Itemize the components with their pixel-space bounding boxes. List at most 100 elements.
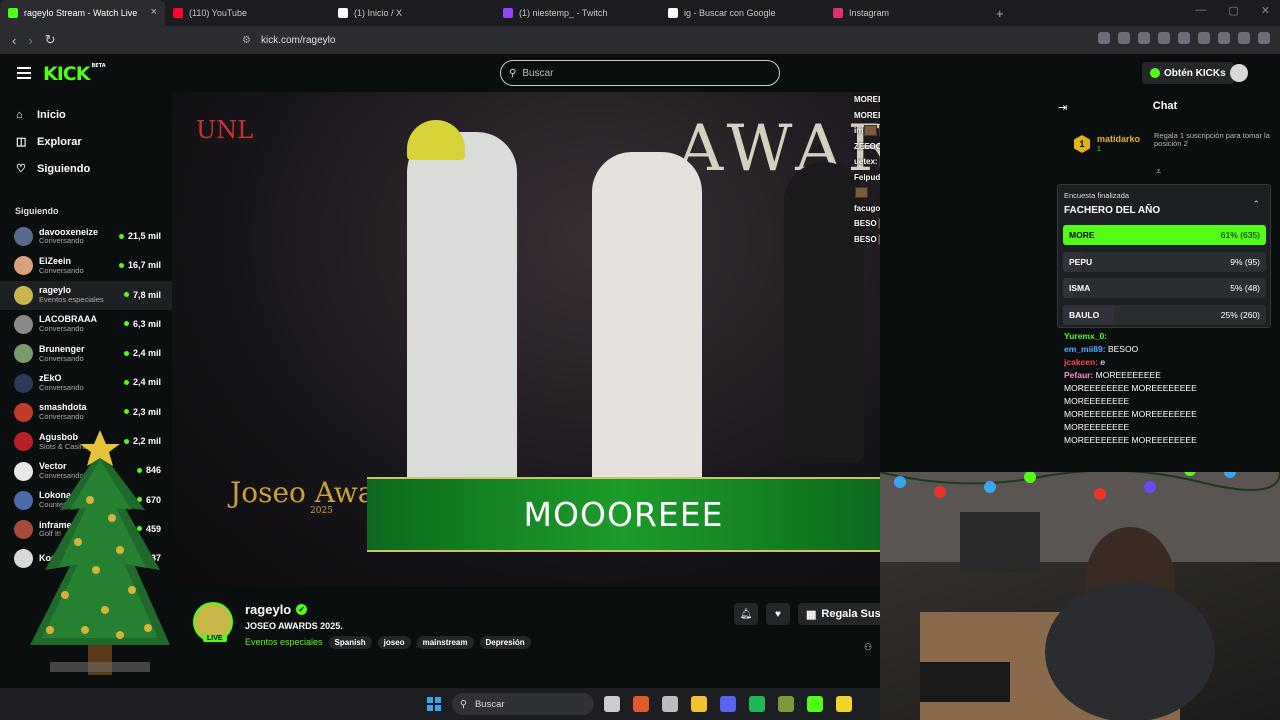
following-item[interactable]: ElZeein Conversando 16,7 mil <box>0 251 172 280</box>
notification-bell-button[interactable]: 🔔︎ <box>734 603 758 625</box>
more-options-icon[interactable]: ⚇ <box>864 642 872 653</box>
back-icon[interactable]: ‹ <box>12 33 16 48</box>
home-icon: ⌂ <box>16 108 23 121</box>
stream-category-link[interactable]: Eventos especiales <box>245 637 323 647</box>
sidebar-nav-siguiendo[interactable]: ♡ Siguiendo <box>0 155 172 182</box>
stream-tag[interactable]: joseo <box>377 636 411 649</box>
overlay-chat-line: BESO <box>854 232 880 248</box>
tab-favicon-icon <box>503 8 513 18</box>
streamer-name[interactable]: rageylo <box>245 602 291 617</box>
chat-username[interactable]: jcakcen: <box>1064 357 1098 367</box>
overlay-chat-line: facugodd: BESO <box>854 201 880 217</box>
user-avatar[interactable] <box>1230 64 1248 82</box>
video-player[interactable]: UNL AWARDS Joseo Awards2025 MOOOREEE MOR… <box>172 92 880 587</box>
menu-icon[interactable] <box>1258 32 1270 44</box>
channel-meta: Brunenger Conversando <box>39 344 85 363</box>
channel-avatar <box>14 402 33 422</box>
new-tab-icon[interactable]: + <box>996 6 1004 21</box>
get-kicks-button[interactable]: Obtén KICKs <box>1142 62 1234 84</box>
close-window-icon[interactable]: ✕ <box>1261 4 1270 17</box>
pinned-note: Regala 1 suscripción para tomar la posic… <box>1154 131 1270 149</box>
poll-option-result: 61% (635) <box>1220 230 1260 240</box>
collapse-poll-icon[interactable]: ⌃ <box>1252 199 1260 210</box>
site-search-input[interactable]: ⚲ Buscar <box>500 60 780 86</box>
sidebar-nav-inicio[interactable]: ⌂ Inicio <box>0 101 172 128</box>
following-item[interactable]: zEkO Conversando 2,4 mil <box>0 368 172 397</box>
overlay-chat-line: im <box>854 123 880 139</box>
reload-icon[interactable]: ↻ <box>45 32 56 48</box>
poll-option-label: MORE <box>1069 230 1095 240</box>
chat-username[interactable]: Pefaur: <box>1064 370 1093 380</box>
forward-icon[interactable]: › <box>28 33 32 48</box>
taskbar-app-icon[interactable] <box>836 696 852 712</box>
stream-tag[interactable]: Depresión <box>479 636 531 649</box>
following-item[interactable]: Brunenger Conversando 2,4 mil <box>0 339 172 368</box>
following-item[interactable]: LACOBRAAA Conversando 6,3 mil <box>0 310 172 339</box>
taskbar-search-input[interactable]: ⚲ Buscar <box>452 693 594 715</box>
extension-icon[interactable] <box>1098 32 1110 44</box>
stream-title: JOSEO AWARDS 2025. <box>245 621 343 631</box>
browser-tab[interactable]: (1) Inicio / X <box>330 0 495 26</box>
following-item[interactable]: smashdota Conversando 2,3 mil <box>0 398 172 427</box>
tab-close-icon[interactable]: × <box>151 6 157 18</box>
heart-icon: ♡ <box>16 163 26 175</box>
taskbar-app-icon[interactable] <box>662 696 678 712</box>
emote-icon <box>877 233 880 245</box>
extension-icon[interactable] <box>1138 32 1150 44</box>
viewer-count: 7,8 mil <box>123 290 161 300</box>
window-controls: — ▢ ✕ <box>1195 4 1270 17</box>
browser-tab[interactable]: (110) YouTube <box>165 0 330 26</box>
taskbar-app-icon[interactable] <box>807 696 823 712</box>
overlay-chat-text: MOREEEEEEEE <box>854 110 880 120</box>
browser-tab[interactable]: rageylo Stream - Watch Live × <box>0 0 165 26</box>
kick-logo[interactable]: KICK BETA <box>43 63 106 85</box>
taskbar-app-icon[interactable] <box>749 696 765 712</box>
following-item[interactable]: rageylo Eventos especiales 7,8 mil <box>0 280 172 310</box>
tab-favicon-icon <box>833 8 843 18</box>
live-dot-icon <box>123 379 129 385</box>
browser-tab[interactable]: Instagram <box>825 0 990 26</box>
follow-heart-button[interactable]: ♥ <box>766 603 790 625</box>
sidebar-nav-explorar[interactable]: ◫ Explorar <box>0 128 172 155</box>
stream-tag[interactable]: mainstream <box>416 636 474 649</box>
stream-tag[interactable]: Spanish <box>328 636 372 649</box>
windows-start-icon[interactable] <box>427 697 441 711</box>
sidebar-icon[interactable] <box>1198 32 1210 44</box>
emote-icon <box>864 125 878 137</box>
bell-icon: 🔔︎ <box>739 608 753 620</box>
site-info-icon[interactable]: ⚙ <box>242 35 251 46</box>
viewer-count-value: 2,4 mil <box>132 377 161 388</box>
browser-tab[interactable]: ig - Buscar con Google <box>660 0 825 26</box>
viewer-count: 6,3 mil <box>123 319 161 329</box>
pinned-sub-count: 1 <box>1097 146 1101 153</box>
taskbar-app-icon[interactable] <box>691 696 707 712</box>
url-field[interactable]: ⚙ kick.com/rageylo <box>242 29 962 51</box>
browser-tab[interactable]: (1) niestemp_ - Twitch <box>495 0 660 26</box>
hamburger-menu-icon[interactable] <box>17 67 31 82</box>
minimize-icon[interactable]: — <box>1195 4 1206 17</box>
poll-option-result: 25% (260) <box>1220 309 1260 320</box>
vpn-icon[interactable] <box>1238 32 1250 44</box>
maximize-icon[interactable]: ▢ <box>1228 4 1238 17</box>
live-dot-icon <box>118 233 124 239</box>
sidebar-nav-label: Inicio <box>37 108 66 121</box>
search-icon: ⚲ <box>509 67 517 79</box>
taskbar-app-icon[interactable] <box>604 696 620 712</box>
poll-option: BAULO 25% (260) <box>1063 304 1266 325</box>
following-item[interactable]: davooxeneize Conversando 21,5 mil <box>0 222 172 251</box>
emote-icon <box>879 125 880 137</box>
extension-icon[interactable] <box>1118 32 1130 44</box>
result-banner-text: MOOOREEE <box>523 495 724 534</box>
pinned-username[interactable]: matidarko <box>1097 134 1140 144</box>
taskbar-app-icon[interactable] <box>778 696 794 712</box>
chat-username[interactable]: em_mii89: <box>1064 344 1106 354</box>
extension-icon[interactable] <box>1158 32 1170 44</box>
taskbar-app-icon[interactable] <box>633 696 649 712</box>
taskbar-app-icon[interactable] <box>720 696 736 712</box>
music-icon[interactable] <box>1178 32 1190 44</box>
wallet-icon[interactable] <box>1218 32 1230 44</box>
chat-username[interactable]: Yuremx_0: <box>1064 331 1107 341</box>
expand-pinned-icon[interactable]: ⩡ <box>1156 166 1161 177</box>
poll-option: ISMA 5% (48) <box>1063 278 1266 298</box>
following-section-title: Siguiendo <box>15 206 59 216</box>
